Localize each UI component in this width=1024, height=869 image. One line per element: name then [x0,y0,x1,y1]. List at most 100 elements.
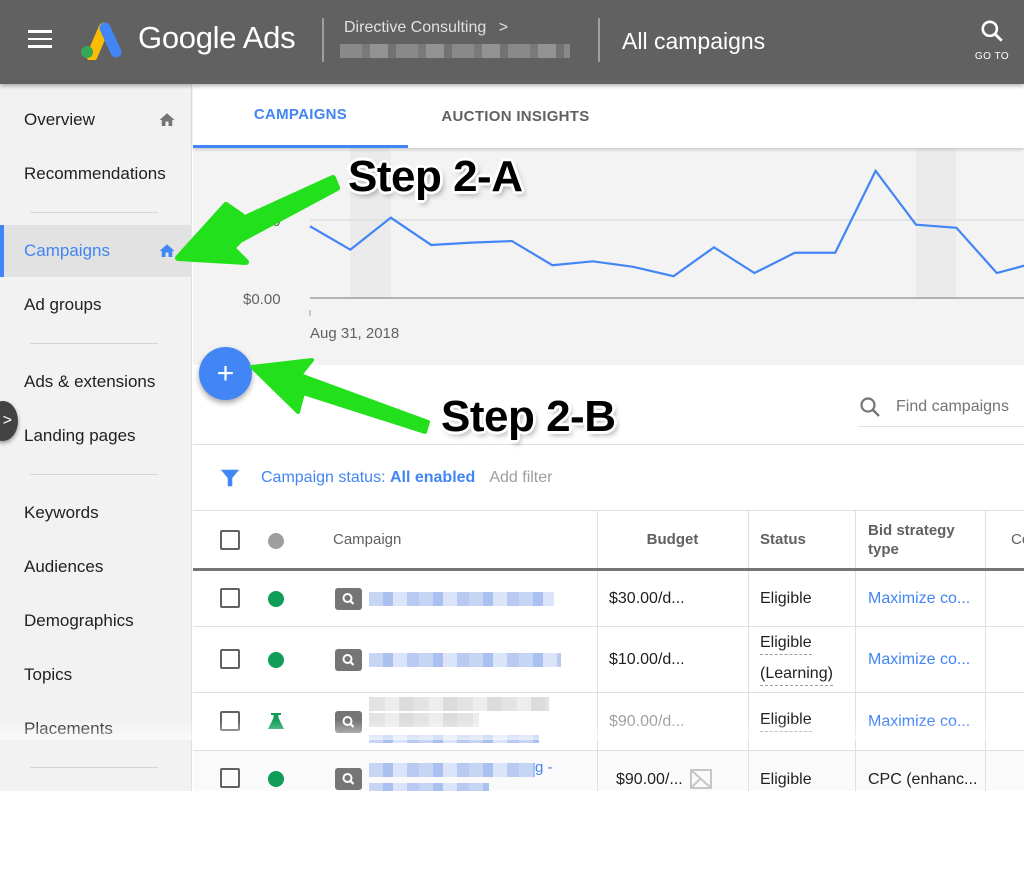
enabled-status-icon [268,771,284,787]
table-header: Campaign Budget Status Bid strategy type… [193,511,1024,571]
enabled-status-icon [268,652,284,668]
campaign-name-suffix[interactable]: g - [535,759,553,776]
sidebar-item-ad-groups[interactable]: Ad groups [0,279,192,331]
sidebar-item-label: Campaigns [24,241,110,261]
sidebar-divider [30,343,158,344]
performance-chart: $0.00 $?.00 Aug 31, 2018 [193,148,1024,365]
add-filter-button[interactable]: Add filter [489,469,552,487]
campaigns-table: Campaign Budget Status Bid strategy type… [193,511,1024,809]
sidebar-item-ads-extensions[interactable]: Ads & extensions [0,356,192,408]
annotation-step-2a: Step 2-A [348,152,522,202]
filter-label: Campaign status: [261,469,386,486]
header-campaign[interactable]: Campaign [333,511,401,568]
campaign-name-link[interactable] [369,763,535,777]
sidebar-divider [30,767,158,768]
status-learning[interactable]: (Learning) [760,665,833,686]
chevron-right-icon: > [499,19,508,36]
status-value[interactable]: Eligible [760,634,812,655]
table-row: $10.00/d... Eligible (Learning) Maximize… [193,627,1024,693]
add-campaign-button[interactable]: + [199,347,252,400]
tab-bar: CAMPAIGNS AUCTION INSIGHTS [193,84,1024,148]
y-tick-label-upper: $?.00 [243,213,281,230]
budget-value[interactable]: $30.00/d... [609,571,685,626]
chevron-right-icon: > [3,412,12,430]
sidebar-item-landing-pages[interactable]: Landing pages [0,410,192,462]
home-icon [158,242,176,260]
google-ads-logo-icon [78,20,122,60]
budget-value[interactable]: $10.00/d... [609,627,685,692]
status-column-icon[interactable] [268,533,284,549]
header-bid-strategy[interactable]: Bid strategy type [868,511,955,568]
hamburger-menu-icon[interactable] [28,30,52,50]
search-icon [979,18,1005,44]
tab-auction-insights[interactable]: AUCTION INSIGHTS [408,84,623,148]
header-bid-strategy-line2: type [868,540,899,559]
sidebar-item-label: Overview [24,110,95,130]
annotation-step-2b: Step 2-B [441,392,615,442]
home-icon [158,111,176,129]
campaign-name-link[interactable] [369,592,554,606]
x-tick-label-start: Aug 31, 2018 [310,325,399,342]
sidebar-item-label: Demographics [24,611,134,631]
header-bid-strategy-line1: Bid strategy [868,521,955,540]
weekend-band [916,148,956,298]
account-name: Directive Consulting [344,19,486,36]
table-row: $30.00/d... Eligible Maximize co... [193,571,1024,627]
y-tick-label-zero: $0.00 [243,291,281,308]
row-checkbox[interactable] [220,649,240,669]
status-cell: Eligible (Learning) [760,627,833,692]
sidebar-divider [30,212,158,213]
bottom-whitespace [0,791,1024,869]
brand-name: Google Ads [138,20,295,56]
row-checkbox[interactable] [220,768,240,788]
filter-value: All enabled [390,469,475,486]
select-all-checkbox[interactable] [220,530,240,550]
goto-button[interactable]: GO TO [970,18,1014,62]
search-icon [858,395,882,419]
sidebar-item-label: Landing pages [24,426,136,446]
bottom-fade [0,720,1024,740]
campaign-name-link[interactable] [369,653,561,667]
sidebar-item-label: Ad groups [24,295,102,315]
search-campaign-type-icon [335,768,362,790]
sidebar-item-label: Keywords [24,503,99,523]
sidebar-item-demographics[interactable]: Demographics [0,595,192,647]
sidebar-item-campaigns[interactable]: Campaigns [0,225,192,277]
header-divider [598,18,600,62]
header-budget[interactable]: Budget [597,511,748,568]
row-checkbox[interactable] [220,588,240,608]
sidebar-item-recommendations[interactable]: Recommendations [0,148,192,200]
account-breadcrumb[interactable]: Directive Consulting > [344,19,508,37]
sidebar-item-label: Topics [24,665,72,685]
top-app-bar: Google Ads Directive Consulting > All ca… [0,0,1024,84]
sidebar-nav: Overview Recommendations Campaigns Ad gr… [0,84,192,791]
plus-icon: + [217,357,235,391]
account-id-redacted [340,44,570,58]
sidebar-item-label: Recommendations [24,164,166,184]
header-next-column[interactable]: Co [1011,511,1024,568]
bid-strategy-link[interactable]: Maximize co... [868,571,970,626]
sidebar-item-overview[interactable]: Overview [0,94,192,146]
campaign-name-redacted [369,697,549,711]
sidebar-item-label: Ads & extensions [24,372,155,392]
sidebar-item-topics[interactable]: Topics [0,649,192,701]
tab-campaigns[interactable]: CAMPAIGNS [193,84,408,148]
goto-label: GO TO [970,51,1014,62]
campaign-status-filter[interactable]: Campaign status: All enabled [261,469,475,487]
status-value: Eligible [760,571,812,626]
search-input[interactable] [896,398,1024,416]
find-campaigns-search[interactable] [858,387,1024,427]
enabled-status-icon [268,591,284,607]
page-title: All campaigns [622,28,765,55]
sidebar-item-keywords[interactable]: Keywords [0,487,192,539]
filter-icon[interactable] [219,467,241,489]
header-status[interactable]: Status [760,511,806,568]
filter-bar: Campaign status: All enabled Add filter [193,445,1024,511]
search-campaign-type-icon [335,649,362,671]
sidebar-divider [30,474,158,475]
shared-budget-icon [689,767,713,791]
sidebar-item-audiences[interactable]: Audiences [0,541,192,593]
bid-strategy-link[interactable]: Maximize co... [868,627,970,692]
sidebar-item-label: Audiences [24,557,103,577]
search-campaign-type-icon [335,588,362,610]
